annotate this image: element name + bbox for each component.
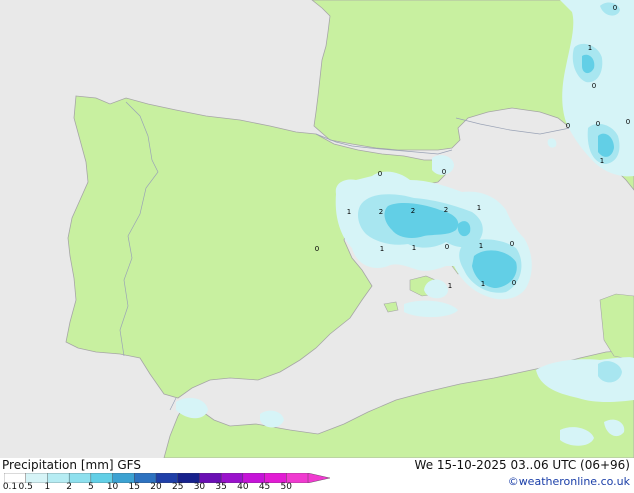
map-value-label: 1 <box>481 280 485 288</box>
colorbar-tick-label: 15 <box>128 482 141 492</box>
colorbar-tick-label: 30 <box>193 482 206 492</box>
colorbar-tick-label: 0.5 <box>18 482 33 492</box>
colorbar-tick-label: 20 <box>150 482 162 492</box>
legend-title: Precipitation [mm] GFS <box>2 458 141 472</box>
map-value-label: 1 <box>588 44 592 52</box>
colorbar-tick-label: 50 <box>280 482 293 492</box>
colorbar-tick-label: 45 <box>258 482 271 492</box>
map-value-label: 1 <box>479 242 483 250</box>
map-value-label: 2 <box>411 207 415 215</box>
map-value-label: 0 <box>613 4 617 12</box>
colorbar-overflow-arrow <box>307 473 330 483</box>
map-value-label: 0 <box>596 120 600 128</box>
map-value-label: 0 <box>510 240 514 248</box>
map-value-label: 2 <box>379 208 383 216</box>
map-value-label: 0 <box>445 243 449 251</box>
map-value-label: 1 <box>380 245 384 253</box>
map-value-label: 0 <box>442 168 446 176</box>
map-value-label: 2 <box>444 206 448 214</box>
map-value-label: 0 <box>592 82 596 90</box>
map-value-label: 0 <box>566 122 570 130</box>
map-value-label: 1 <box>477 204 481 212</box>
colorbar-tick-label: 25 <box>171 482 184 492</box>
map-value-label: 0 <box>378 170 382 178</box>
map-value-label: 1 <box>448 282 452 290</box>
colorbar-tick-label: 0.1 <box>2 482 18 492</box>
valid-time: We 15-10-2025 03..06 UTC (06+96) <box>414 458 630 472</box>
map-value-label: 0 <box>315 245 319 253</box>
colorbar-tick-label: 10 <box>106 482 119 492</box>
map-value-label: 1 <box>347 208 351 216</box>
credit-link[interactable]: ©weatheronline.co.uk <box>508 475 630 489</box>
map-value-label: 1 <box>412 244 416 252</box>
map-value-label: 1 <box>600 157 604 165</box>
legend-footer: Precipitation [mm] GFS 0.1 0.5 1 2 5 10 15 20 25… <box>0 458 634 493</box>
colorbar-tick-label: 35 <box>215 482 227 492</box>
colorbar-tick-label: 5 <box>87 482 94 492</box>
map-value-label: 0 <box>512 279 516 287</box>
colorbar-tick-label: 40 <box>237 482 249 492</box>
precipitation-map: 0 0 1 2 2 2 1 0 1 1 0 1 0 1 1 0 1 0 0 0 … <box>0 0 634 458</box>
map-value-label: 0 <box>626 118 630 126</box>
colorbar-tick-label: 2 <box>66 482 73 492</box>
colorbar-ticks: 0.1 0.5 1 2 5 10 15 20 25 30 35 40 45 50 <box>0 483 330 493</box>
colorbar-tick-label: 1 <box>44 482 51 492</box>
